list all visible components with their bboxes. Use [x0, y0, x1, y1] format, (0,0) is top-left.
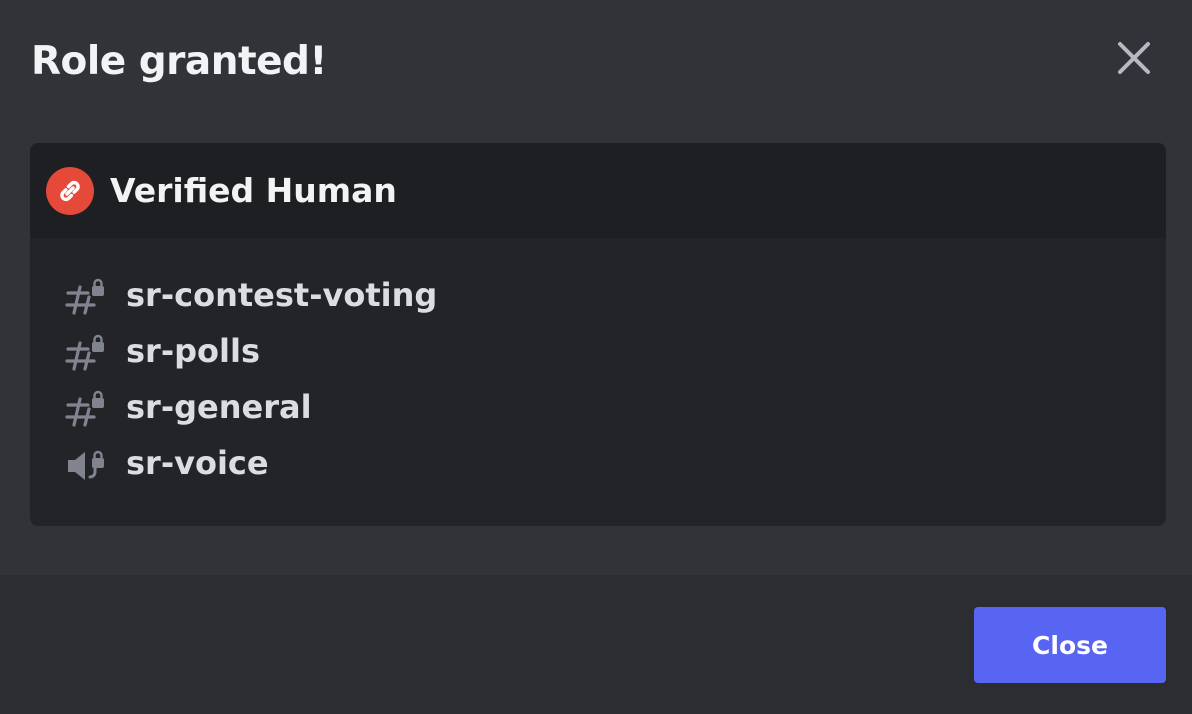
locked-text-channel-icon — [64, 333, 108, 373]
close-button[interactable]: Close — [974, 607, 1166, 683]
channel-item: sr-contest-voting — [30, 267, 1166, 323]
link-icon — [46, 167, 94, 215]
modal-title: Role granted! — [31, 39, 327, 84]
channel-list: sr-contest-voting sr-polls sr-general sr… — [30, 267, 1166, 491]
channel-item: sr-general — [30, 379, 1166, 435]
role-granted-modal: Role granted! Verified Human sr-contest-… — [0, 0, 1192, 714]
close-x-icon[interactable] — [1110, 34, 1158, 82]
role-name: Verified Human — [110, 171, 397, 210]
channel-name: sr-voice — [126, 444, 269, 482]
role-card: Verified Human sr-contest-voting sr-poll… — [30, 143, 1166, 526]
modal-footer: Close — [0, 575, 1192, 714]
channel-item: sr-polls — [30, 323, 1166, 379]
locked-text-channel-icon — [64, 277, 108, 317]
role-card-header: Verified Human — [30, 143, 1166, 238]
channel-name: sr-polls — [126, 332, 260, 370]
locked-text-channel-icon — [64, 389, 108, 429]
channel-name: sr-contest-voting — [126, 276, 438, 314]
modal-header: Role granted! — [0, 0, 1192, 120]
channel-name: sr-general — [126, 388, 312, 426]
locked-voice-channel-icon — [64, 445, 108, 485]
channel-item: sr-voice — [30, 435, 1166, 491]
